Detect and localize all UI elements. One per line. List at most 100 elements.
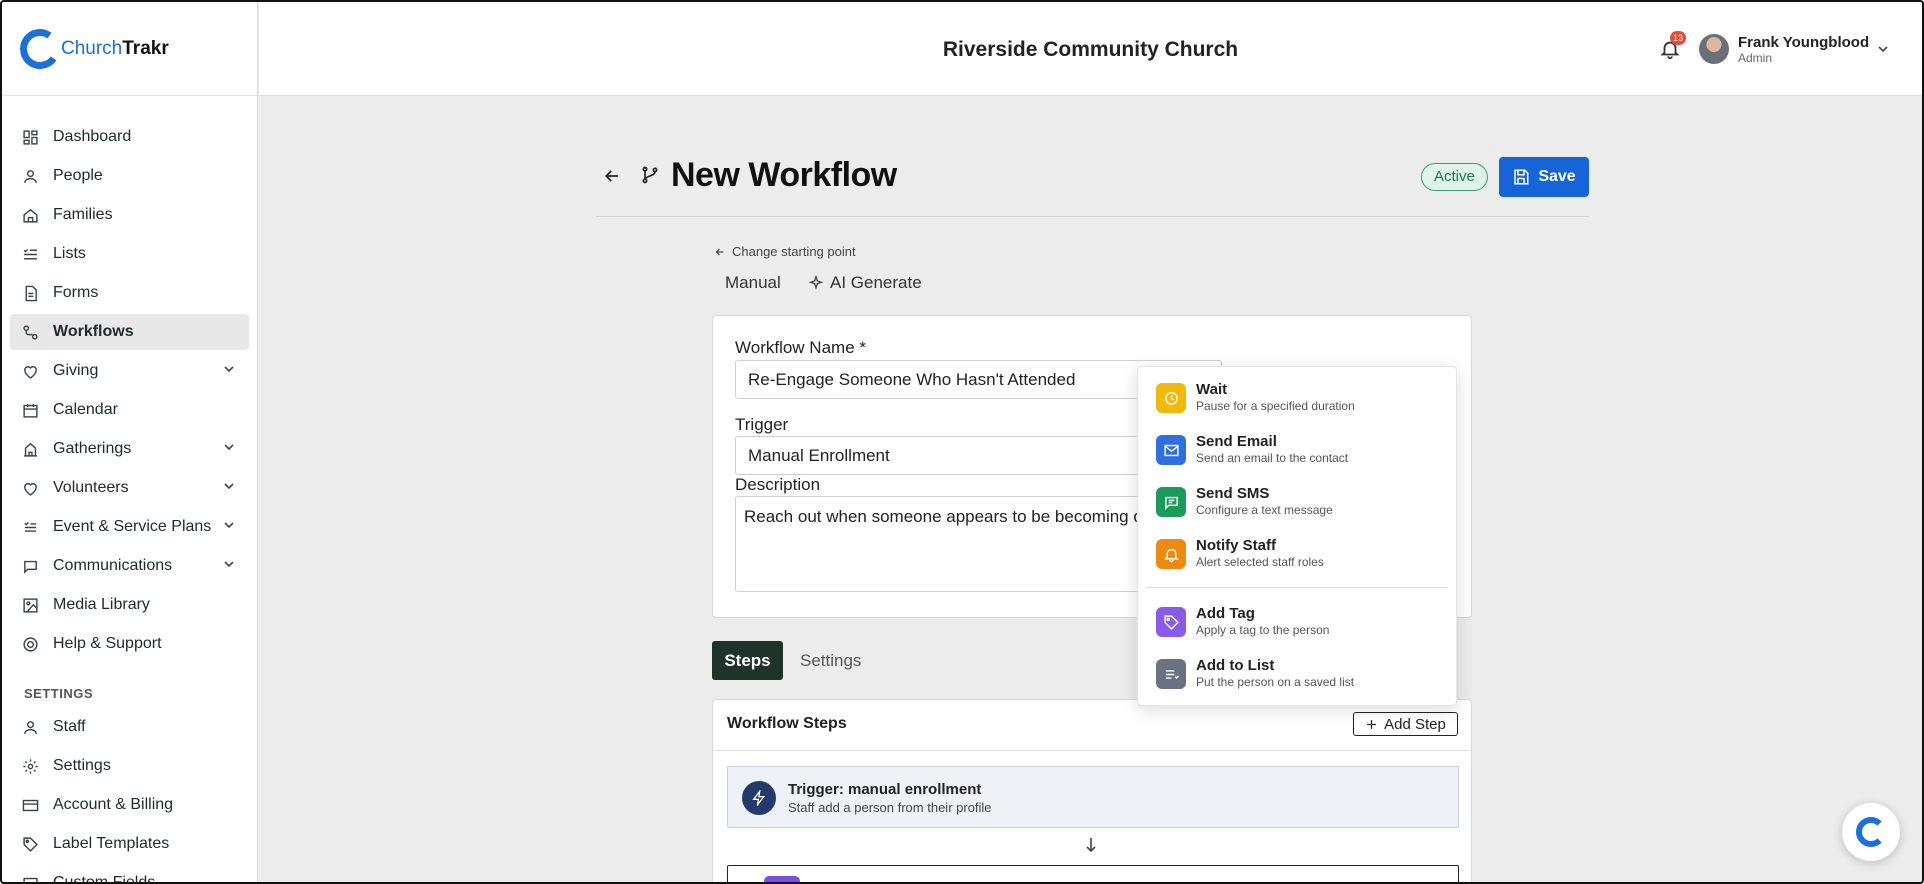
menu-item-subtitle: Apply a tag to the person	[1196, 623, 1330, 637]
plus-icon	[1367, 719, 1376, 729]
chevron-down-icon[interactable]	[223, 480, 235, 492]
chevron-down-icon[interactable]	[223, 519, 235, 531]
sidebar-item-help-support[interactable]: Help & Support	[10, 626, 249, 662]
sidebar-item-label: Settings	[53, 757, 111, 774]
chevron-down-icon[interactable]	[223, 558, 235, 570]
user-name[interactable]: Frank Youngblood	[1738, 34, 1869, 51]
sidebar-item-gatherings[interactable]: Gatherings	[10, 431, 249, 467]
menu-item-subtitle: Pause for a specified duration	[1196, 399, 1355, 413]
sidebar-item-forms[interactable]: Forms	[10, 275, 249, 311]
sparkle-icon	[808, 275, 824, 290]
sidebar-item-settings[interactable]: Settings	[10, 748, 249, 784]
sidebar-item-volunteers[interactable]: Volunteers	[10, 470, 249, 506]
menu-item-notify-staff[interactable]: Notify Staff Alert selected staff roles	[1156, 537, 1446, 579]
sidebar-item-label: Workflows	[53, 323, 134, 340]
sidebar-item-staff[interactable]: Staff	[10, 709, 249, 745]
sidebar-item-label-templates[interactable]: Label Templates	[10, 826, 249, 862]
divider	[713, 750, 1471, 751]
billing-icon	[22, 797, 39, 814]
sidebar-item-label: Forms	[53, 284, 99, 301]
sidebar-item-dashboard[interactable]: Dashboard	[10, 119, 249, 155]
fields-icon	[22, 875, 39, 882]
sidebar-item-label: Help & Support	[53, 635, 162, 652]
add-step-label: Add Step	[1384, 715, 1446, 733]
sidebar-item-label: Volunteers	[53, 479, 129, 496]
sidebar-item-label: Families	[53, 206, 113, 223]
dashboard-icon	[22, 129, 39, 146]
sidebar-item-workflows[interactable]: Workflows	[10, 314, 249, 350]
sidebar-item-people[interactable]: People	[10, 158, 249, 194]
chevron-down-icon[interactable]	[1877, 43, 1889, 55]
tab-steps[interactable]: Steps	[712, 641, 783, 680]
menu-item-send-sms[interactable]: Send SMS Configure a text message	[1156, 485, 1446, 527]
menu-item-wait[interactable]: Wait Pause for a specified duration	[1156, 381, 1446, 423]
settings-section-label: SETTINGS	[24, 686, 94, 701]
volunteers-icon	[22, 480, 39, 497]
change-starting-point-label: Change starting point	[732, 244, 856, 259]
sidebar-item-label: People	[53, 167, 103, 184]
plans-icon	[22, 519, 39, 536]
image-icon	[22, 597, 39, 614]
save-icon	[1514, 169, 1529, 185]
save-button[interactable]: Save	[1499, 157, 1589, 197]
sidebar-item-label: Giving	[53, 362, 99, 379]
trigger-select[interactable]: Manual Enrollment	[735, 436, 1165, 475]
sidebar-item-communications[interactable]: Communications	[10, 548, 249, 584]
trigger-step[interactable]: Trigger: manual enrollment Staff add a p…	[727, 766, 1459, 828]
sidebar-item-custom-fields[interactable]: Custom Fields	[10, 865, 249, 884]
lightning-icon	[742, 781, 776, 815]
back-arrow-icon[interactable]	[602, 166, 622, 186]
avatar[interactable]	[1699, 34, 1729, 64]
menu-item-title: Send Email	[1196, 433, 1277, 450]
menu-item-send-email[interactable]: Send Email Send an email to the contact	[1156, 433, 1446, 475]
tab-manual-label: Manual	[725, 273, 781, 292]
change-starting-point-link[interactable]: Change starting point	[714, 244, 856, 259]
trigger-step-title: Trigger: manual enrollment	[788, 781, 982, 798]
tab-settings[interactable]: Settings	[800, 651, 861, 671]
message-icon	[1156, 487, 1186, 517]
sidebar-item-families[interactable]: Families	[10, 197, 249, 233]
bell-icon	[1156, 539, 1186, 569]
gatherings-icon	[22, 441, 39, 458]
menu-item-title: Notify Staff	[1196, 537, 1276, 554]
status-badge[interactable]: Active	[1421, 163, 1488, 191]
menu-item-add-to-list[interactable]: Add to List Put the person on a saved lis…	[1156, 657, 1446, 699]
communications-icon	[22, 558, 39, 575]
sidebar-item-label: Gatherings	[53, 440, 132, 457]
sidebar-item-account-billing[interactable]: Account & Billing	[10, 787, 249, 823]
sidebar-item-lists[interactable]: Lists	[10, 236, 249, 272]
logo[interactable]: ChurchTrakr	[2, 2, 257, 96]
menu-item-subtitle: Send an email to the contact	[1196, 451, 1349, 465]
save-button-label: Save	[1538, 168, 1576, 185]
tab-ai-generate[interactable]: AI Generate	[808, 273, 922, 293]
logo-icon	[1856, 817, 1886, 847]
tab-manual[interactable]: Manual	[725, 273, 781, 293]
sidebar-item-label: Media Library	[53, 596, 150, 613]
trigger-value: Manual Enrollment	[748, 445, 890, 465]
workflow-icon	[22, 324, 39, 341]
sidebar: ChurchTrakr Dashboard People Families Li…	[2, 2, 258, 884]
chevron-down-icon[interactable]	[223, 363, 235, 375]
main-nav: Dashboard People Families Lists Forms Wo…	[2, 96, 257, 884]
workflow-steps-heading: Workflow Steps	[727, 715, 847, 732]
sidebar-item-media-library[interactable]: Media Library	[10, 587, 249, 623]
sidebar-item-event-service-plans[interactable]: Event & Service Plans	[10, 509, 249, 545]
user-role: Admin	[1738, 51, 1773, 65]
sidebar-item-label: Custom Fields	[53, 874, 156, 884]
chevron-down-icon[interactable]	[223, 441, 235, 453]
sidebar-item-label: Staff	[53, 718, 86, 735]
list-add-icon	[1156, 659, 1186, 689]
workflow-name-value: Re-Engage Someone Who Hasn't Attended	[748, 369, 1076, 389]
staff-icon	[22, 719, 39, 736]
sidebar-item-giving[interactable]: Giving	[10, 353, 249, 389]
sidebar-item-calendar[interactable]: Calendar	[10, 392, 249, 428]
tag-icon	[1156, 607, 1186, 637]
tab-ai-generate-label: AI Generate	[830, 273, 922, 292]
workflow-step[interactable]	[727, 865, 1459, 882]
gear-icon	[22, 758, 39, 775]
top-header: Riverside Community Church 13 Frank Youn…	[259, 2, 1922, 96]
add-step-button[interactable]: Add Step	[1353, 712, 1458, 736]
menu-item-subtitle: Put the person on a saved list	[1196, 675, 1355, 689]
help-chat-button[interactable]	[1842, 803, 1900, 861]
menu-item-add-tag[interactable]: Add Tag Apply a tag to the person	[1156, 605, 1446, 647]
